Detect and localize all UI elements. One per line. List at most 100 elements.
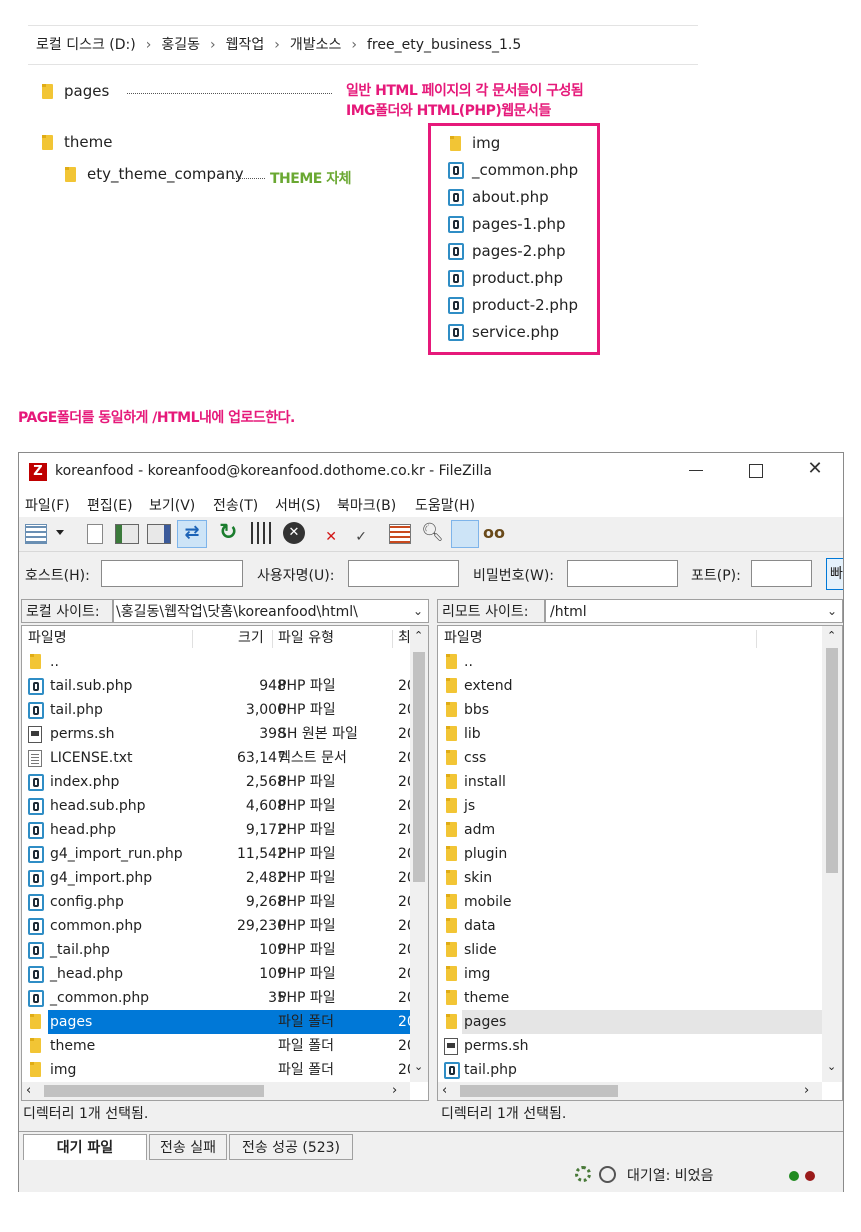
file-name[interactable]: bbs [464, 698, 489, 722]
password-input[interactable] [567, 560, 678, 587]
host-input[interactable] [101, 560, 243, 587]
cancel-icon[interactable]: ✕ [283, 522, 305, 544]
file-name[interactable]: adm [464, 818, 495, 842]
local-horizontal-scrollbar[interactable]: ‹ › [22, 1082, 410, 1100]
scroll-right-icon[interactable]: › [804, 1082, 809, 1100]
sync-browse-icon[interactable] [451, 520, 479, 548]
file-name[interactable]: mobile [464, 890, 511, 914]
file-name[interactable]: LICENSE.txt [50, 746, 132, 770]
file-name[interactable]: img [50, 1058, 76, 1082]
search-remote-icon[interactable]: 🔍︎ [421, 522, 444, 544]
file-name[interactable]: skin [464, 866, 492, 890]
file-name[interactable]: _tail.php [50, 938, 110, 962]
pages-file-item[interactable]: pages-2.php [472, 242, 566, 260]
scroll-down-icon[interactable]: ⌄ [414, 1060, 423, 1073]
file-name[interactable]: .. [464, 650, 473, 674]
pages-file-item[interactable]: product-2.php [472, 296, 578, 314]
breadcrumb-item[interactable]: 로컬 디스크 (D:) [36, 37, 136, 53]
menu-item[interactable]: 도움말(H) [415, 495, 475, 515]
file-name[interactable]: theme [50, 1034, 95, 1058]
local-path-input[interactable]: \홍길동\웹작업\닷홈\koreanfood\html\ [113, 599, 429, 623]
speed-limit-icon[interactable] [599, 1166, 616, 1183]
menu-item[interactable]: 편집(E) [87, 495, 133, 515]
file-name[interactable]: perms.sh [50, 722, 115, 746]
file-name[interactable]: data [464, 914, 496, 938]
message-log-icon[interactable] [87, 524, 103, 544]
breadcrumb-item[interactable]: 홍길동 [161, 37, 200, 53]
find-files-icon[interactable]: oo [483, 522, 505, 544]
maximize-button[interactable] [749, 464, 763, 478]
site-manager-icon[interactable] [25, 524, 47, 544]
pages-file-item[interactable]: pages-1.php [472, 215, 566, 233]
file-name[interactable]: js [464, 794, 475, 818]
close-button[interactable]: ✕ [805, 459, 825, 479]
file-name[interactable]: g4_import.php [50, 866, 152, 890]
port-input[interactable] [751, 560, 812, 587]
file-name[interactable]: tail.sub.php [50, 674, 132, 698]
scroll-thumb[interactable] [826, 648, 838, 873]
compare-icon[interactable] [389, 524, 411, 544]
column-header-size[interactable]: 크기 [238, 626, 264, 650]
tree-item-theme[interactable]: theme [64, 133, 112, 151]
pages-file-item[interactable]: _common.php [472, 161, 578, 179]
remote-horizontal-scrollbar[interactable]: ‹ › [438, 1082, 822, 1100]
file-name[interactable]: _head.php [50, 962, 123, 986]
pages-file-item[interactable]: product.php [472, 269, 563, 287]
file-name[interactable]: common.php [50, 914, 142, 938]
scroll-thumb[interactable] [413, 652, 425, 882]
file-name[interactable]: lib [464, 722, 481, 746]
file-name[interactable]: theme [464, 986, 509, 1010]
tree-item-ety-theme-company[interactable]: ety_theme_company [87, 165, 244, 183]
scroll-thumb[interactable] [44, 1085, 264, 1097]
scroll-left-icon[interactable]: ‹ [442, 1082, 447, 1100]
chevron-down-icon[interactable]: ⌄ [409, 599, 427, 623]
column-header-name[interactable]: 파일명 [444, 626, 483, 650]
column-header-type[interactable]: 파일 유형 [278, 626, 334, 650]
pages-file-item[interactable]: img [472, 134, 500, 152]
transfer-queue-icon[interactable]: ⇄ [177, 520, 207, 548]
tab-queued-files[interactable]: 대기 파일 [23, 1134, 147, 1160]
file-name[interactable]: slide [464, 938, 497, 962]
column-header-name[interactable]: 파일명 [28, 626, 67, 650]
dropdown-icon[interactable] [56, 530, 64, 535]
scroll-left-icon[interactable]: ‹ [26, 1082, 31, 1100]
breadcrumb-item[interactable]: 웹작업 [226, 37, 265, 53]
pages-file-item[interactable]: service.php [472, 323, 559, 341]
menu-item[interactable]: 전송(T) [213, 495, 258, 515]
file-name[interactable]: index.php [50, 770, 119, 794]
file-name[interactable]: perms.sh [464, 1034, 529, 1058]
username-input[interactable] [348, 560, 459, 587]
menu-item[interactable]: 보기(V) [149, 495, 195, 515]
file-name[interactable]: tail.php [50, 698, 103, 722]
local-vertical-scrollbar[interactable]: ⌃ ⌄ [410, 626, 428, 1082]
filter-icon[interactable] [251, 522, 273, 544]
remote-vertical-scrollbar[interactable]: ⌃ ⌄ [822, 626, 842, 1082]
remote-tree-icon[interactable] [147, 524, 171, 544]
file-name[interactable]: head.php [50, 818, 116, 842]
tree-item-pages[interactable]: pages [64, 82, 109, 100]
quickconnect-button[interactable]: 빠 [826, 558, 843, 590]
file-name[interactable]: config.php [50, 890, 124, 914]
breadcrumb-item[interactable]: free_ety_business_1.5 [367, 37, 521, 53]
remote-path-input[interactable]: /html [545, 599, 843, 623]
file-name[interactable]: extend [464, 674, 513, 698]
file-name[interactable]: g4_import_run.php [50, 842, 183, 866]
menu-item[interactable]: 서버(S) [275, 495, 321, 515]
file-name[interactable]: tail.php [464, 1058, 517, 1082]
file-name[interactable]: head.sub.php [50, 794, 146, 818]
gear-icon[interactable] [575, 1166, 591, 1182]
menu-item[interactable]: 파일(F) [25, 495, 70, 515]
scroll-up-icon[interactable]: ⌃ [827, 629, 836, 642]
disconnect-icon[interactable]: ✕ [315, 522, 337, 545]
scroll-up-icon[interactable]: ⌃ [414, 629, 423, 642]
tab-successful-transfers[interactable]: 전송 성공 (523) [229, 1134, 353, 1160]
column-header-date[interactable]: 최 [398, 626, 411, 650]
local-tree-icon[interactable] [115, 524, 139, 544]
file-name[interactable]: css [464, 746, 486, 770]
scroll-right-icon[interactable]: › [392, 1082, 397, 1100]
pages-file-item[interactable]: about.php [472, 188, 549, 206]
scroll-thumb[interactable] [460, 1085, 618, 1097]
file-name[interactable]: img [464, 962, 490, 986]
file-name[interactable]: plugin [464, 842, 507, 866]
file-name[interactable]: .. [50, 650, 59, 674]
